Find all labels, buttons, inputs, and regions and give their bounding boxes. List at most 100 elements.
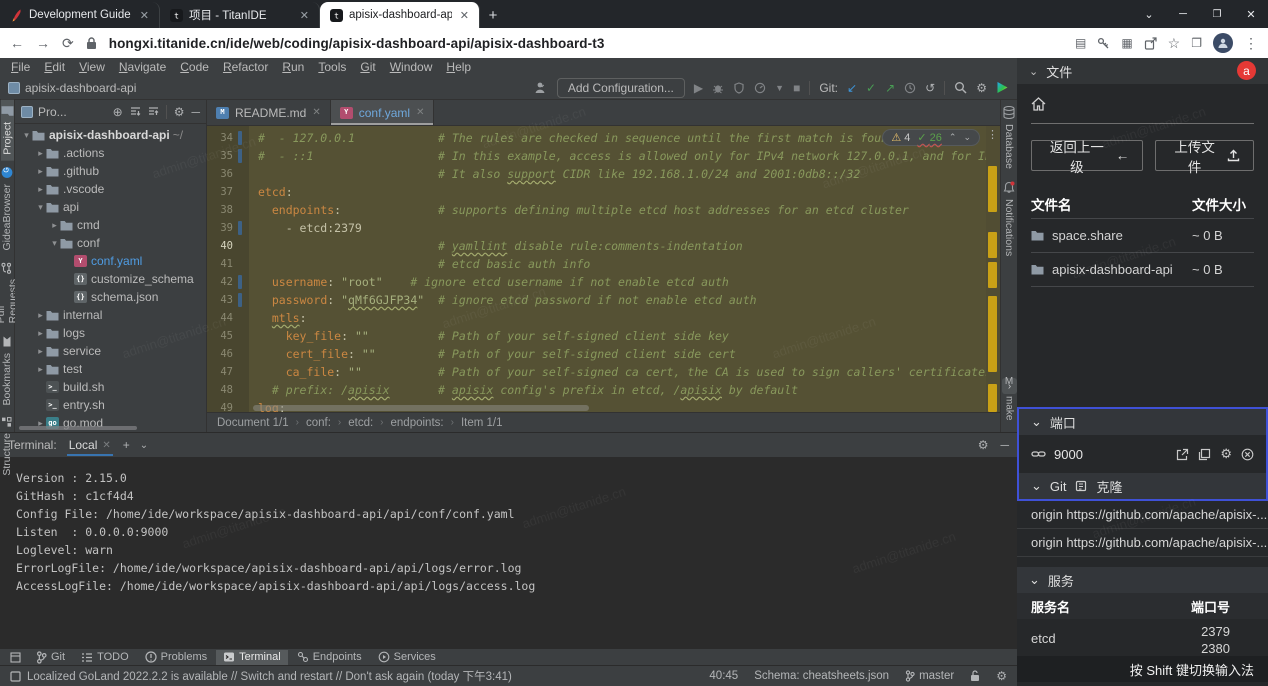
home-icon[interactable] (1031, 97, 1046, 111)
tree-chevron-icon[interactable]: ▸ (35, 346, 46, 357)
stripe-item-database[interactable]: Database (1003, 100, 1015, 175)
panel-settings-icon[interactable]: ⚙ (174, 105, 185, 119)
menu-item-tools[interactable]: Tools (311, 60, 353, 74)
services-section-header[interactable]: ⌄ 服务 (1017, 567, 1268, 593)
terminal-dropdown-icon[interactable]: ⌄ (140, 440, 148, 451)
tab-close-icon[interactable]: ✕ (138, 9, 151, 22)
file-row-space-share[interactable]: space.share~ 0 B (1031, 219, 1254, 253)
menu-item-help[interactable]: Help (439, 60, 478, 74)
git-remote-row-1[interactable]: origin https://github.com/apache/apisix-… (1017, 529, 1268, 557)
coverage-icon[interactable] (733, 82, 745, 94)
indexing-gear-icon[interactable]: ⚙ (996, 669, 1007, 683)
close-button[interactable]: ✕ (1234, 8, 1268, 21)
breadcrumb-item[interactable]: etcd: (348, 417, 373, 429)
breadcrumb-item[interactable]: Item 1/1 (461, 417, 503, 429)
stripe-item-bookmarks[interactable]: Bookmarks (1, 330, 13, 412)
minimize-button[interactable]: ─ (1166, 8, 1200, 20)
tree-item-conf.yaml[interactable]: Yconf.yaml (15, 252, 206, 270)
tree-item-logs[interactable]: ▸logs (15, 324, 206, 342)
tree-item-customize-schema[interactable]: {}customize_schema (15, 270, 206, 288)
copy-icon[interactable] (1198, 448, 1211, 461)
git-update-icon[interactable]: ↙ (847, 81, 857, 95)
caret-position[interactable]: 40:45 (709, 670, 738, 682)
rollback-icon[interactable]: ↺ (925, 81, 935, 95)
tree-chevron-icon[interactable]: ▾ (35, 202, 46, 213)
stripe-item-gideabrowser[interactable]: GideaBrowserG (1, 161, 13, 257)
menu-item-run[interactable]: Run (275, 60, 311, 74)
maximize-button[interactable]: ❐ (1200, 9, 1234, 20)
tree-item-conf[interactable]: ▾conf (15, 234, 206, 252)
stripe-item-project[interactable]: Project (1, 100, 14, 161)
project-panel-title[interactable]: Pro... (38, 105, 67, 119)
stop-icon[interactable]: ■ (793, 81, 800, 95)
split-view-icon[interactable]: ❐ (1191, 36, 1202, 50)
upload-file-button[interactable]: 上传文件 (1155, 140, 1254, 171)
tree-chevron-icon[interactable]: ▸ (35, 184, 46, 195)
back-icon[interactable]: ← (10, 35, 24, 51)
profile-avatar[interactable] (1213, 33, 1233, 53)
settings-gear-icon[interactable]: ⚙ (976, 81, 987, 95)
tab-close-icon[interactable]: ✕ (312, 107, 320, 118)
editor-scroll-marks[interactable] (986, 126, 1000, 412)
tree-item-apisix-dashboard-api[interactable]: ▾apisix-dashboard-api ~/ (15, 126, 206, 144)
menu-item-edit[interactable]: Edit (37, 60, 72, 74)
git-branch-widget[interactable]: master (905, 670, 954, 682)
back-up-level-button[interactable]: 返回上一级← (1031, 140, 1143, 171)
menu-item-view[interactable]: View (72, 60, 112, 74)
browser-tab-2[interactable]: tapisix-dashboard-api - TitanID✕ (320, 2, 480, 28)
breadcrumb-item[interactable]: conf: (306, 417, 331, 429)
tool-window-switcher-icon[interactable] (10, 652, 21, 663)
tree-item-test[interactable]: ▸test (15, 360, 206, 378)
new-terminal-icon[interactable]: + (123, 438, 130, 452)
port-row-9000[interactable]: 9000⚙ (1019, 435, 1266, 473)
locate-file-icon[interactable]: ⊕ (113, 105, 123, 119)
tree-item-.actions[interactable]: ▸.actions (15, 144, 206, 162)
breadcrumb-item[interactable]: Document 1/1 (217, 417, 289, 429)
readonly-lock-icon[interactable] (970, 670, 980, 682)
tab-close-icon[interactable]: ✕ (298, 9, 311, 22)
menu-item-file[interactable]: File (4, 60, 37, 74)
tree-chevron-icon[interactable]: ▸ (35, 148, 46, 159)
tree-item-service[interactable]: ▸service (15, 342, 206, 360)
tree-chevron-icon[interactable]: ▸ (35, 166, 46, 177)
editor-hscrollbar[interactable] (253, 405, 589, 411)
debug-icon[interactable] (712, 82, 724, 94)
menu-item-navigate[interactable]: Navigate (112, 60, 173, 74)
tree-chevron-icon[interactable]: ▸ (35, 364, 46, 375)
editor-options-icon[interactable]: ⋮ (987, 128, 998, 141)
port-settings-icon[interactable]: ⚙ (1220, 446, 1232, 462)
menu-item-window[interactable]: Window (383, 60, 440, 74)
menu-item-refactor[interactable]: Refactor (216, 60, 275, 74)
stripe-item-structure[interactable]: Structure (1, 411, 13, 482)
run-options-chevron-icon[interactable]: ▼ (775, 83, 784, 93)
open-in-browser-icon[interactable] (1176, 448, 1189, 461)
terminal-settings-icon[interactable]: ⚙ (978, 438, 989, 452)
schema-selector[interactable]: Schema: cheatsheets.json (754, 670, 889, 682)
git-commit-icon[interactable]: ✓ (866, 81, 876, 95)
profiler-icon[interactable] (754, 82, 766, 94)
git-section-header[interactable]: ⌄ Git 克隆 (1019, 473, 1266, 499)
hide-panel-icon[interactable]: ─ (191, 105, 200, 119)
editor-code[interactable]: # - 127.0.0.1 # The rules are checked in… (249, 126, 986, 412)
tab-search-icon[interactable]: ⌄ (1132, 8, 1166, 21)
user-badge[interactable]: a (1237, 61, 1256, 80)
tree-item-api[interactable]: ▾api (15, 198, 206, 216)
tree-hscrollbar[interactable] (19, 426, 137, 430)
remove-port-icon[interactable] (1241, 448, 1254, 461)
extensions-icon[interactable]: ▦ (1121, 36, 1132, 50)
menu-item-code[interactable]: Code (173, 60, 216, 74)
expand-all-icon[interactable] (130, 106, 141, 117)
tree-item-internal[interactable]: ▸internal (15, 306, 206, 324)
tree-chevron-icon[interactable]: ▸ (35, 328, 46, 339)
reader-mode-icon[interactable]: ▤ (1075, 36, 1086, 50)
git-push-icon[interactable]: ↗ (885, 81, 895, 95)
url-text[interactable]: hongxi.titanide.cn/ide/web/coding/apisix… (109, 36, 1063, 51)
file-row-apisix-dashboard-api[interactable]: apisix-dashboard-api~ 0 B (1031, 253, 1254, 287)
tab-close-icon[interactable]: ✕ (458, 9, 471, 22)
terminal-output[interactable]: Version : 2.15.0GitHash : c1cf4d4Config … (0, 457, 1017, 648)
tree-chevron-icon[interactable]: ▸ (35, 310, 46, 321)
editor-tab-readme-md[interactable]: MREADME.md✕ (207, 100, 331, 125)
search-everywhere-icon[interactable] (954, 81, 967, 94)
terminal-tab-local[interactable]: Local✕ (67, 435, 113, 455)
toolwindow-tab-problems[interactable]: Problems (138, 650, 214, 665)
